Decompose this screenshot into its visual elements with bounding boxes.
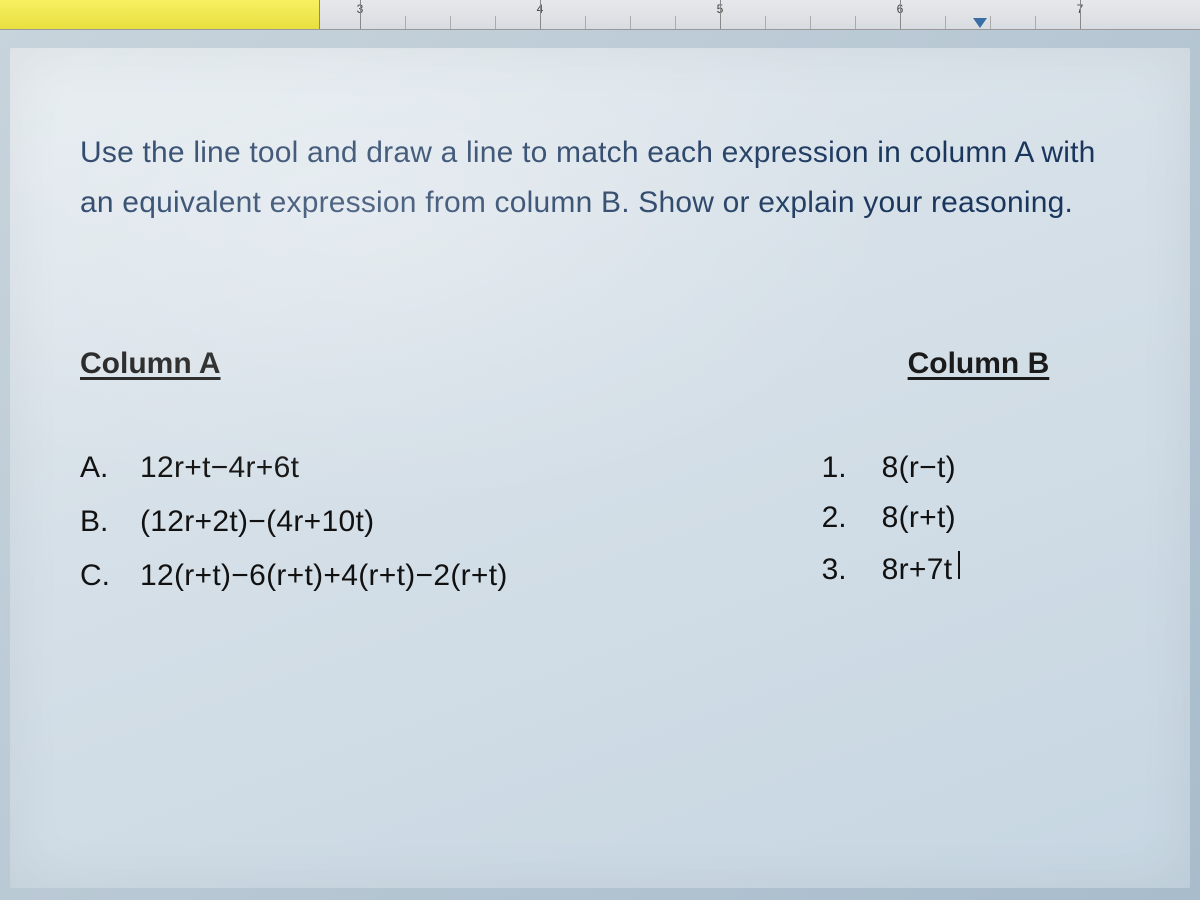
item-expression: (12r+2t)−(4r+10t)	[140, 505, 374, 539]
ruler-minor-tick	[495, 16, 496, 29]
ruler-minor-tick	[810, 16, 811, 29]
column-a-header: Column A	[80, 347, 221, 381]
item-expression: 12(r+t)−6(r+t)+4(r+t)−2(r+t)	[140, 559, 508, 593]
item-expression: 12r+t−4r+6t	[140, 451, 299, 485]
column-a: Column A A. 12r+t−4r+6t B. (12r+2t)−(4r+…	[80, 347, 636, 613]
ruler-minor-tick	[1035, 16, 1036, 29]
item-label: C.	[80, 559, 140, 593]
item-label: 2.	[822, 501, 882, 535]
columns-container: Column A A. 12r+t−4r+6t B. (12r+2t)−(4r+…	[80, 347, 1120, 613]
ruler-ticks: 3 4 5 6 7	[0, 0, 1200, 29]
ruler-minor-tick	[855, 16, 856, 29]
ruler-minor-tick	[405, 16, 406, 29]
ruler-minor-tick	[585, 16, 586, 29]
column-b-item: 3. 8r+7t	[822, 551, 1110, 587]
ruler-minor-tick	[630, 16, 631, 29]
item-label: 1.	[822, 451, 882, 485]
ruler-tick	[1080, 0, 1081, 29]
ruler-minor-tick	[765, 16, 766, 29]
ruler: 3 4 5 6 7	[0, 0, 1200, 30]
ruler-minor-tick	[675, 16, 676, 29]
column-b-item: 2. 8(r+t)	[822, 501, 1110, 535]
item-label: A.	[80, 451, 140, 485]
ruler-tick	[900, 0, 901, 29]
column-b-header: Column B	[908, 347, 1050, 381]
column-a-item: B. (12r+2t)−(4r+10t)	[80, 505, 636, 539]
instruction-text: Use the line tool and draw a line to mat…	[80, 128, 1120, 227]
item-label: 3.	[822, 553, 882, 587]
item-expression: 8(r+t)	[882, 501, 956, 535]
ruler-tick	[720, 0, 721, 29]
column-b-item: 1. 8(r−t)	[822, 451, 1110, 485]
item-expression: 8(r−t)	[882, 451, 956, 485]
column-a-item: C. 12(r+t)−6(r+t)+4(r+t)−2(r+t)	[80, 559, 636, 593]
item-expression: 8r+7t	[882, 553, 953, 587]
ruler-marker-icon[interactable]	[973, 18, 987, 28]
document-canvas[interactable]: Use the line tool and draw a line to mat…	[10, 48, 1190, 888]
item-label: B.	[80, 505, 140, 539]
ruler-tick	[540, 0, 541, 29]
column-b: Column B 1. 8(r−t) 2. 8(r+t) 3. 8r+7t	[822, 347, 1110, 613]
ruler-minor-tick	[990, 16, 991, 29]
ruler-tick	[360, 0, 361, 29]
ruler-minor-tick	[945, 16, 946, 29]
ruler-minor-tick	[450, 16, 451, 29]
column-a-item: A. 12r+t−4r+6t	[80, 451, 636, 485]
text-cursor-icon	[958, 551, 960, 579]
